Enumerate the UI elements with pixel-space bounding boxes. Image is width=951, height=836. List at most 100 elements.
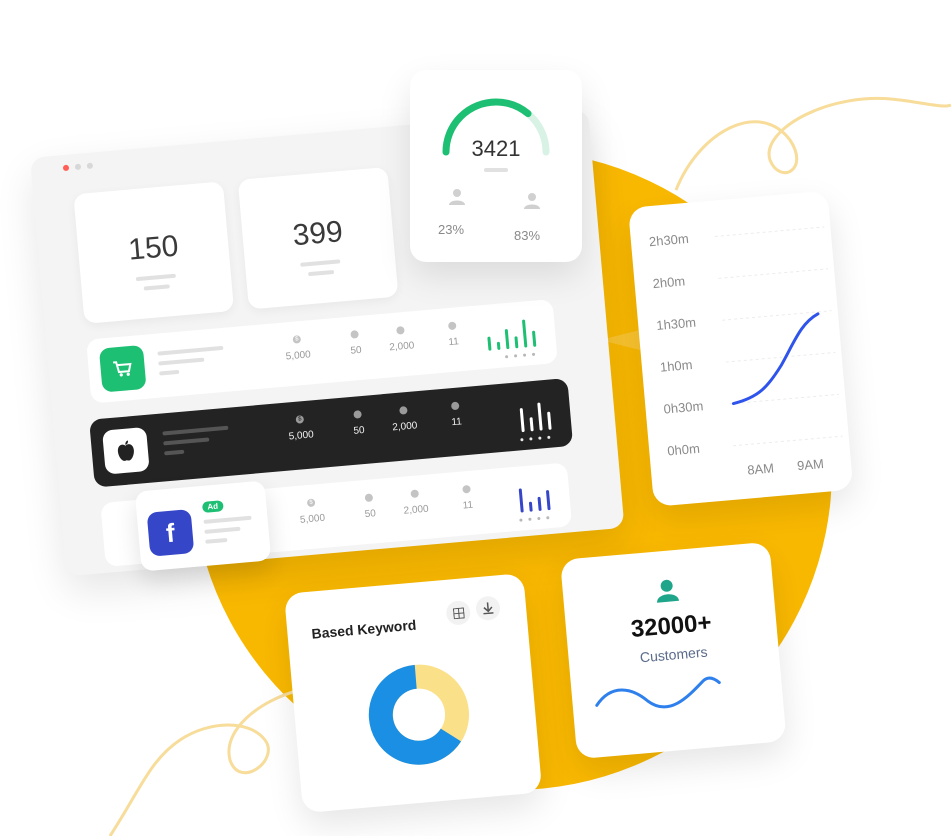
placeholder-line [164,449,185,456]
stat-value: 50 [350,344,363,357]
customers-card: 32000+ Customers [560,541,787,760]
dollar-icon: $ [292,335,302,344]
user-icon [396,326,405,335]
stat-value: 11 [450,416,463,429]
ideas-stat: 50 [345,492,395,522]
bar [537,402,543,431]
window-minimize-dot[interactable] [74,163,82,171]
time-chart-card: 2h30m 2h0m 1h30m 1h0m 0h30m 0h0m 8AM 9AM [628,190,854,507]
stat-card-left: 150 [73,181,235,324]
bar [529,417,534,432]
user-icon [657,579,680,603]
stat-value: 11 [462,499,474,512]
user-icon [524,193,540,209]
bar [547,411,552,430]
bar [528,501,533,512]
lightbulb-icon [353,410,362,419]
dollar-icon: $ [306,498,316,508]
message-icon [462,484,471,494]
stat-value: 50 [364,508,377,521]
bar [521,319,528,348]
placeholder-line [204,526,241,534]
gauge-card: 3421 23% 83% [410,70,582,262]
x-axis-label: 8AM [746,460,775,478]
grid-icon[interactable] [445,599,472,626]
keyword-card: Based Keyword [284,573,543,814]
stat-value: 2,000 [388,340,415,354]
x-axis-label: 9AM [796,455,825,474]
facebook-icon: f [146,509,195,557]
ideas-stat: 50 [330,328,380,358]
placeholder-line [159,369,180,376]
stat-value: 11 [448,336,460,349]
user-icon [449,189,465,205]
customers-trend-line [595,676,721,709]
stat-value: 5,000 [288,429,315,443]
pagination-dots [505,352,536,359]
stat-value: 2,000 [391,420,418,434]
pagination-dots [519,516,550,522]
users-stat: 2,000 [390,488,440,518]
messages-stat: 11 [431,400,481,430]
facebook-ad-card[interactable]: f Ad [134,480,272,572]
gauge-right-percent: 83% [514,228,541,243]
lightbulb-icon [350,330,359,339]
placeholder-line [157,345,224,356]
users-stat: 2,000 [376,324,426,354]
user-icon [410,489,420,499]
gauge-value: 3421 [471,136,521,161]
y-axis-label: 2h30m [648,230,690,250]
stat-value: 5,000 [299,512,326,526]
y-axis-label: 1h30m [655,314,697,333]
window-maximize-dot[interactable] [86,162,94,170]
bar [504,329,510,350]
placeholder-line [484,168,508,172]
bar [545,490,551,511]
window-close-dot[interactable] [62,164,70,172]
download-icon[interactable] [475,595,502,622]
stat-value-right: 399 [291,215,345,253]
messages-stat: 11 [428,320,478,350]
message-icon [450,401,460,411]
stat-value-left: 150 [126,229,180,267]
user-icon [399,406,408,415]
placeholder-line [205,537,228,544]
apple-icon [102,426,150,475]
placeholder-line [203,515,252,524]
time-line-chart [714,226,843,447]
placeholder-line [162,425,229,436]
stat-card-right: 399 [237,166,399,310]
message-icon [447,321,457,331]
y-axis-label: 0h0m [666,440,701,459]
messages-stat: 11 [442,483,492,513]
gauge-left-percent: 23% [438,222,465,237]
pagination-dots [520,435,551,442]
donut-chart [368,664,470,765]
placeholder-line [300,259,341,267]
bar [537,496,542,512]
budget-stat: $5,000 [273,333,323,363]
dollar-icon: $ [295,415,305,424]
placeholder-line [143,284,170,291]
bar [518,488,524,513]
bar [519,408,525,433]
bar [487,336,492,351]
users-stat: 2,000 [379,404,429,434]
placeholder-line [158,357,205,366]
budget-stat: $5,000 [276,413,326,443]
y-axis-label: 0h30m [663,398,704,417]
placeholder-line [308,269,335,277]
mini-bar-chart [519,402,552,433]
stat-value: 50 [353,424,366,437]
mini-bar-chart [518,486,551,513]
ideas-stat: 50 [333,408,383,438]
ad-badge: Ad [201,500,224,513]
keyword-card-title: Based Keyword [310,616,417,642]
bar [496,341,501,350]
y-axis-label: 2h0m [652,273,686,292]
bar [531,330,537,347]
bar [514,336,519,349]
placeholder-line [135,273,176,282]
mini-bar-chart [486,319,537,351]
stat-value: 5,000 [285,349,312,363]
